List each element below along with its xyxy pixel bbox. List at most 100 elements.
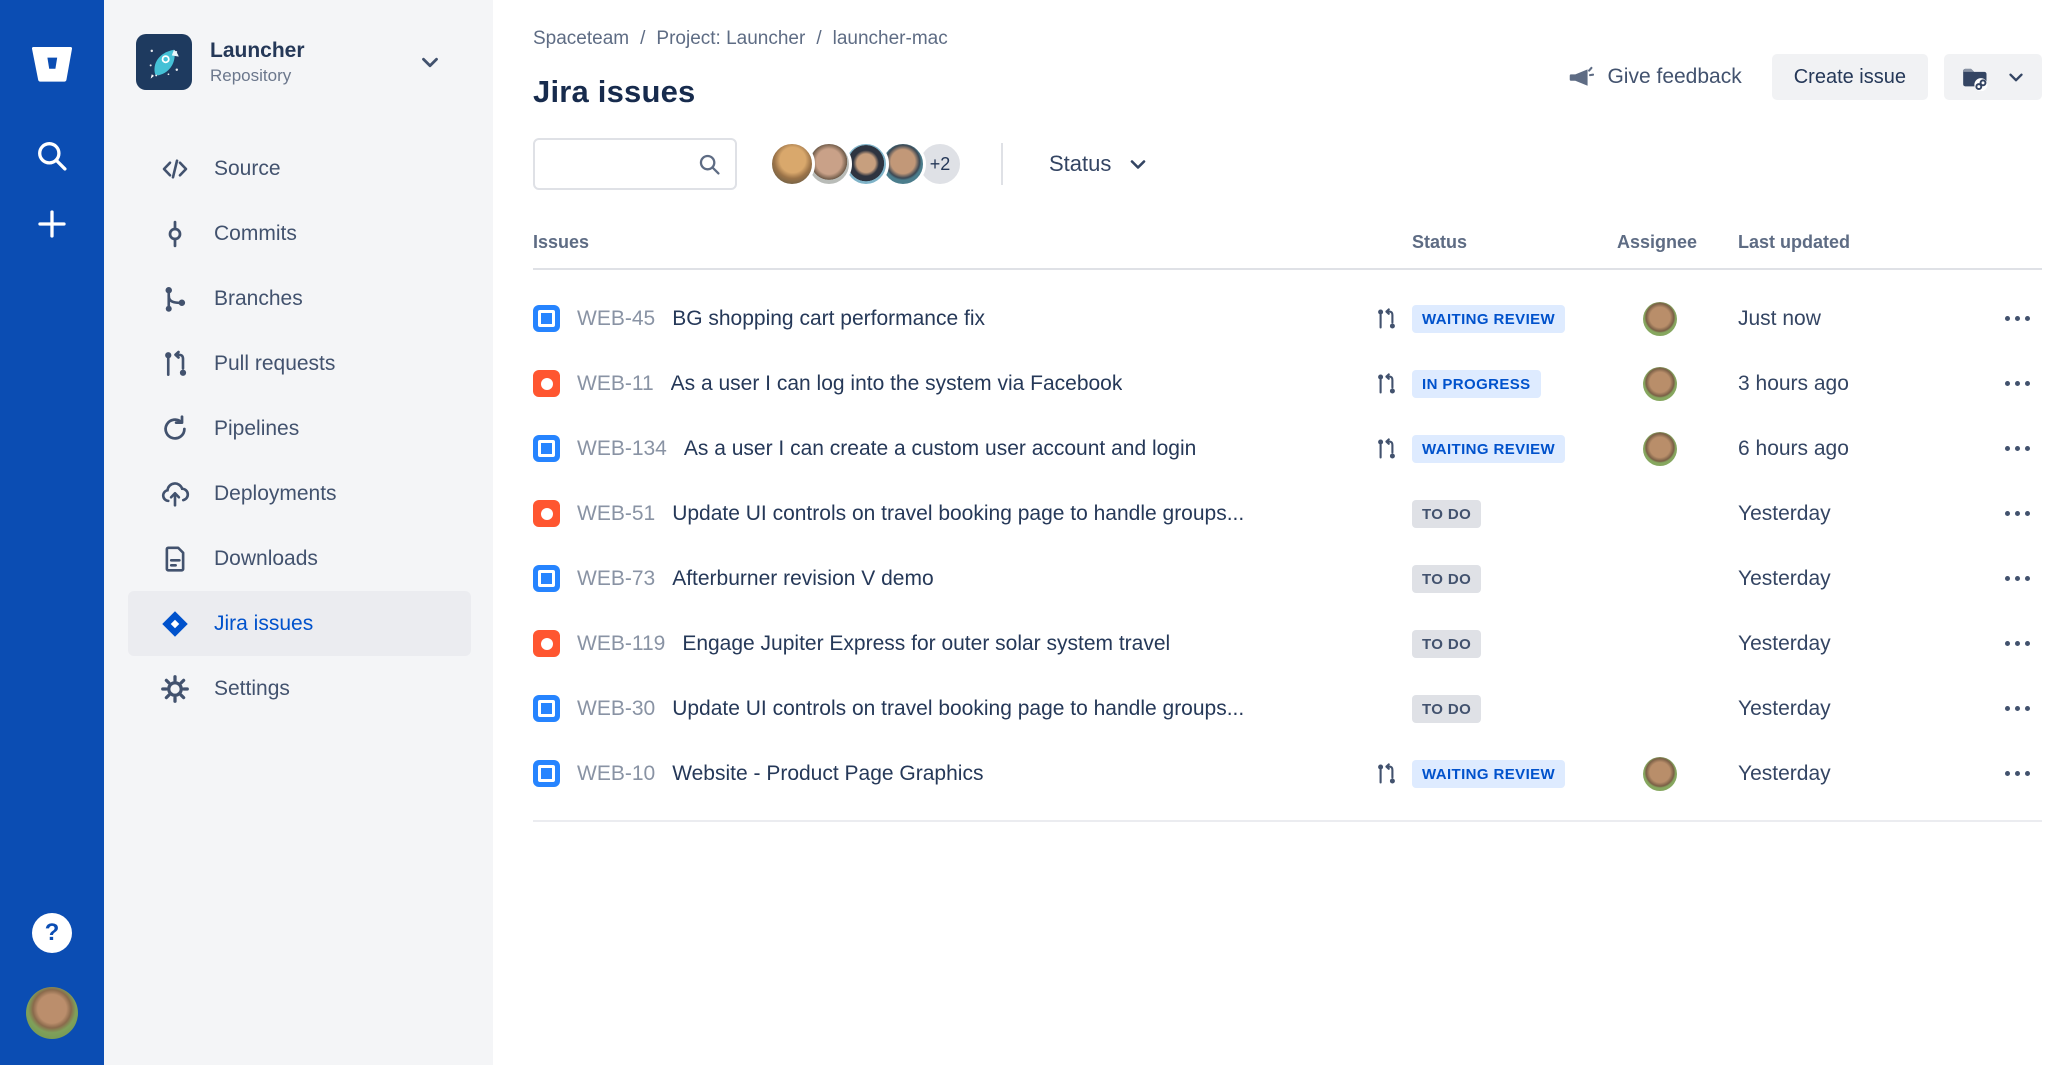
sidebar-item-label: Source: [214, 157, 281, 181]
row-more-menu[interactable]: [2005, 706, 2042, 711]
sidebar-item-deployments[interactable]: Deployments: [128, 461, 471, 526]
help-icon[interactable]: ?: [32, 913, 72, 953]
assignee-avatar: [1643, 302, 1677, 336]
deployments-icon: [160, 479, 190, 509]
issue-key: WEB-10: [577, 762, 655, 786]
issue-type-icon: [533, 370, 560, 397]
last-updated-cell: 3 hours ago: [1738, 372, 1980, 396]
search-icon[interactable]: [34, 138, 70, 174]
row-more-menu[interactable]: [2005, 511, 2042, 516]
column-header-last-updated: Last updated: [1738, 232, 1980, 253]
assignee-filter-avatars: +2: [769, 141, 963, 187]
status-filter-label: Status: [1049, 151, 1111, 177]
issue-type-icon: [533, 435, 560, 462]
status-badge: WAITING REVIEW: [1412, 435, 1565, 463]
assignee-avatar: [1643, 367, 1677, 401]
issue-type-icon: [533, 695, 560, 722]
profile-avatar[interactable]: [26, 987, 78, 1039]
table-row[interactable]: WEB-119 Engage Jupiter Express for outer…: [533, 611, 2042, 676]
assignee-avatar: [1643, 432, 1677, 466]
row-more-menu[interactable]: [2005, 381, 2042, 386]
issue-key: WEB-134: [577, 437, 667, 461]
row-more-menu[interactable]: [2005, 771, 2042, 776]
row-more-menu[interactable]: [2005, 316, 2042, 321]
issue-key: WEB-119: [577, 632, 665, 656]
global-nav: ?: [0, 0, 104, 1065]
sidebar-item-downloads[interactable]: Downloads: [128, 526, 471, 591]
repo-switcher[interactable]: Launcher Repository: [128, 34, 471, 90]
table-row[interactable]: WEB-45 BG shopping cart performance fix …: [533, 286, 2042, 351]
sidebar-item-pipelines[interactable]: Pipelines: [128, 396, 471, 461]
breadcrumb-repo[interactable]: launcher-mac: [833, 28, 948, 50]
issue-link[interactable]: WEB-30 Update UI controls on travel book…: [533, 695, 1374, 722]
issue-key: WEB-30: [577, 697, 655, 721]
issue-type-icon: [533, 760, 560, 787]
last-updated-cell: Yesterday: [1738, 762, 1980, 786]
sidebar-item-branches[interactable]: Branches: [128, 266, 471, 331]
gear-icon: [160, 674, 190, 704]
status-badge: TO DO: [1412, 565, 1481, 593]
row-more-menu[interactable]: [2005, 641, 2042, 646]
give-feedback-label: Give feedback: [1607, 65, 1741, 89]
search-input[interactable]: [549, 153, 697, 176]
folder-link-icon: [1959, 63, 1993, 91]
filter-bar: +2 Status: [533, 138, 2042, 190]
header-actions: Give feedback Create issue: [1566, 54, 2042, 100]
table-row[interactable]: WEB-30 Update UI controls on travel book…: [533, 676, 2042, 741]
sidebar-item-jira-issues[interactable]: Jira issues: [128, 591, 471, 656]
sidebar-item-label: Jira issues: [214, 612, 313, 636]
status-badge: WAITING REVIEW: [1412, 305, 1565, 333]
bitbucket-logo[interactable]: [28, 40, 76, 88]
breadcrumb-project[interactable]: Project: Launcher: [656, 28, 805, 50]
sidebar-item-source[interactable]: Source: [128, 136, 471, 201]
pull-request-icon[interactable]: [1374, 372, 1412, 396]
megaphone-icon: [1566, 63, 1594, 91]
table-row[interactable]: WEB-11 As a user I can log into the syst…: [533, 351, 2042, 416]
table-row[interactable]: WEB-10 Website - Product Page Graphics W…: [533, 741, 2042, 806]
sidebar-item-commits[interactable]: Commits: [128, 201, 471, 266]
issue-link[interactable]: WEB-11 As a user I can log into the syst…: [533, 370, 1374, 397]
issue-link[interactable]: WEB-73 Afterburner revision V demo: [533, 565, 1374, 592]
row-more-menu[interactable]: [2005, 576, 2042, 581]
sidebar-item-label: Branches: [214, 287, 303, 311]
sidebar-item-label: Deployments: [214, 482, 337, 506]
sidebar-item-label: Settings: [214, 677, 290, 701]
search-box[interactable]: [533, 138, 737, 190]
last-updated-cell: Yesterday: [1738, 697, 1980, 721]
issue-link[interactable]: WEB-119 Engage Jupiter Express for outer…: [533, 630, 1374, 657]
pull-request-icon[interactable]: [1374, 762, 1412, 786]
issue-link[interactable]: WEB-45 BG shopping cart performance fix: [533, 305, 1374, 332]
issue-title: Engage Jupiter Express for outer solar s…: [682, 632, 1170, 656]
sidebar-item-settings[interactable]: Settings: [128, 656, 471, 721]
status-filter-dropdown[interactable]: Status: [1049, 151, 1150, 177]
issue-title: Update UI controls on travel booking pag…: [672, 502, 1244, 526]
last-updated-cell: Yesterday: [1738, 567, 1980, 591]
row-more-menu[interactable]: [2005, 446, 2042, 451]
create-issue-button[interactable]: Create issue: [1772, 54, 1928, 100]
column-header-issues: Issues: [533, 232, 1412, 253]
sidebar-item-pull-requests[interactable]: Pull requests: [128, 331, 471, 396]
table-row[interactable]: WEB-134 As a user I can create a custom …: [533, 416, 2042, 481]
issue-link[interactable]: WEB-134 As a user I can create a custom …: [533, 435, 1374, 462]
table-header: Issues Status Assignee Last updated: [533, 232, 2042, 270]
pull-request-icon[interactable]: [1374, 307, 1412, 331]
breadcrumb-workspace[interactable]: Spaceteam: [533, 28, 629, 50]
commit-icon: [160, 219, 190, 249]
table-body: WEB-45 BG shopping cart performance fix …: [533, 270, 2042, 822]
create-icon[interactable]: [34, 206, 70, 242]
pull-request-icon[interactable]: [1374, 437, 1412, 461]
issue-title: Afterburner revision V demo: [672, 567, 933, 591]
issue-title: Website - Product Page Graphics: [672, 762, 983, 786]
issues-table: Issues Status Assignee Last updated WEB-…: [533, 232, 2042, 822]
issue-link[interactable]: WEB-51 Update UI controls on travel book…: [533, 500, 1374, 527]
issue-link[interactable]: WEB-10 Website - Product Page Graphics: [533, 760, 1374, 787]
user-avatar[interactable]: [769, 141, 815, 187]
main-content: Spaceteam / Project: Launcher / launcher…: [493, 0, 2064, 1065]
table-row[interactable]: WEB-51 Update UI controls on travel book…: [533, 481, 2042, 546]
linked-folder-button[interactable]: [1944, 54, 2042, 100]
table-row[interactable]: WEB-73 Afterburner revision V demo TO DO…: [533, 546, 2042, 611]
repo-avatar: [136, 34, 192, 90]
give-feedback-link[interactable]: Give feedback: [1566, 63, 1741, 91]
chevron-down-icon[interactable]: [417, 49, 443, 75]
breadcrumb-separator: /: [640, 28, 645, 50]
